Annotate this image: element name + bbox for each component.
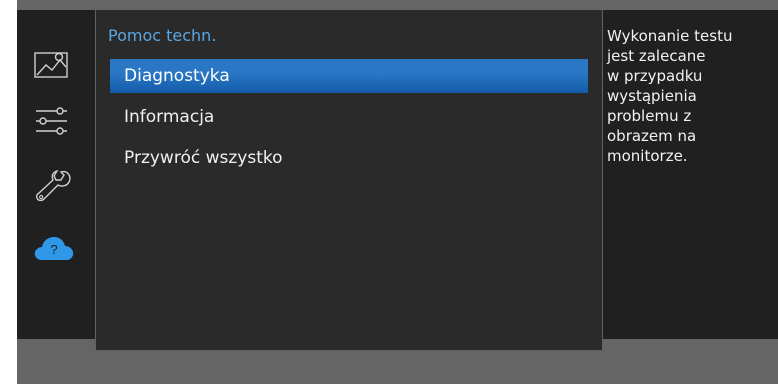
menu-item-reset-all[interactable]: Przywróć wszystko (110, 141, 588, 175)
question-mark-glyph: ? (50, 242, 57, 257)
support-menu-panel: Pomoc techn. Diagnostyka Informacja Przy… (95, 10, 603, 351)
help-description-text: Wykonanie testu jest zalecane w przypadk… (607, 26, 775, 166)
help-description-panel: Wykonanie testu jest zalecane w przypadk… (603, 10, 778, 339)
page-title: Pomoc techn. (108, 26, 217, 45)
help-description-line: w przypadku (607, 67, 703, 85)
support-help-icon[interactable]: ? (33, 229, 77, 269)
settings-sliders-icon[interactable] (33, 101, 77, 141)
picture-icon[interactable] (33, 45, 77, 85)
help-description-line: obrazem na (607, 127, 697, 145)
help-description-line: monitorze. (607, 147, 688, 165)
menu-category-rail: ? (17, 10, 95, 339)
help-description-line: problemu z (607, 107, 692, 125)
help-description-line: jest zalecane (607, 47, 706, 65)
menu-item-diagnostics[interactable]: Diagnostyka (110, 59, 588, 93)
help-description-line: Wykonanie testu (607, 27, 733, 45)
menu-item-information[interactable]: Informacja (110, 100, 588, 134)
wrench-icon[interactable] (33, 166, 77, 206)
help-description-line: wystąpienia (607, 87, 697, 105)
support-menu-list: Diagnostyka Informacja Przywróć wszystko (110, 59, 588, 182)
